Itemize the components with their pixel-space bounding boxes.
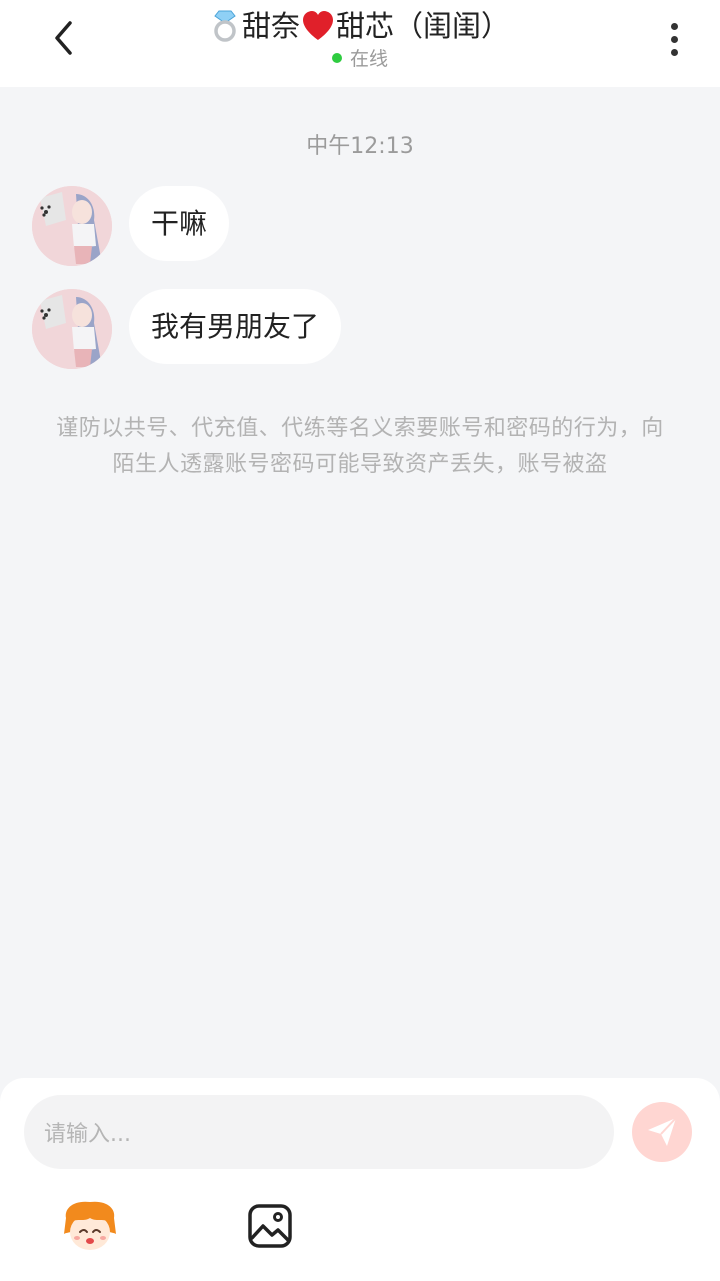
emoji-button[interactable] (60, 1200, 120, 1252)
contact-name: 甜奈 甜芯（闺闺） (210, 6, 510, 46)
contact-name-part2: 甜芯（闺闺） (336, 9, 511, 43)
send-icon (648, 1117, 677, 1146)
message-row: 干嘛 (32, 186, 230, 266)
contact-name-part1: 甜奈 (241, 9, 300, 43)
message-row: 我有男朋友了 (32, 289, 342, 369)
message-timestamp: 中午12:13 (306, 134, 414, 159)
message-input[interactable]: 请输入... (24, 1095, 614, 1169)
mascot-emoji-icon (64, 1201, 116, 1250)
back-button[interactable] (44, 18, 84, 58)
message-bubble[interactable]: 我有男朋友了 (129, 289, 342, 364)
avatar-image (32, 289, 112, 369)
more-dot (670, 35, 678, 43)
image-picker-button[interactable] (246, 1202, 294, 1250)
security-warning: 谨防以共号、代充值、代练等名义索要账号和密码的行为，向陌生人透露账号密码可能导致… (56, 416, 664, 477)
chat-screen: 甜奈 甜芯（闺闺） 在线 中午12:13 干嘛 我有男朋友了 谨防以共号、代充值… (0, 0, 720, 1281)
avatar-image (32, 186, 112, 266)
chat-title: 甜奈 甜芯（闺闺） 在线 (110, 6, 610, 71)
chevron-left-icon (55, 21, 72, 55)
composer-panel: 请输入... (0, 1078, 720, 1281)
online-status-label: 在线 (349, 48, 388, 70)
more-dot (670, 48, 678, 56)
online-dot-icon (331, 52, 342, 63)
heart-emoji-icon (303, 11, 333, 40)
contact-avatar[interactable] (32, 186, 112, 266)
message-bubble[interactable]: 干嘛 (129, 186, 230, 261)
more-options-button[interactable] (654, 18, 694, 60)
online-status: 在线 (331, 44, 388, 71)
send-button[interactable] (632, 1102, 692, 1162)
chat-header: 甜奈 甜芯（闺闺） 在线 (0, 0, 720, 87)
more-vertical-icon (670, 22, 678, 30)
contact-avatar[interactable] (32, 289, 112, 369)
image-icon (248, 1204, 292, 1248)
ring-emoji-icon (214, 10, 236, 42)
